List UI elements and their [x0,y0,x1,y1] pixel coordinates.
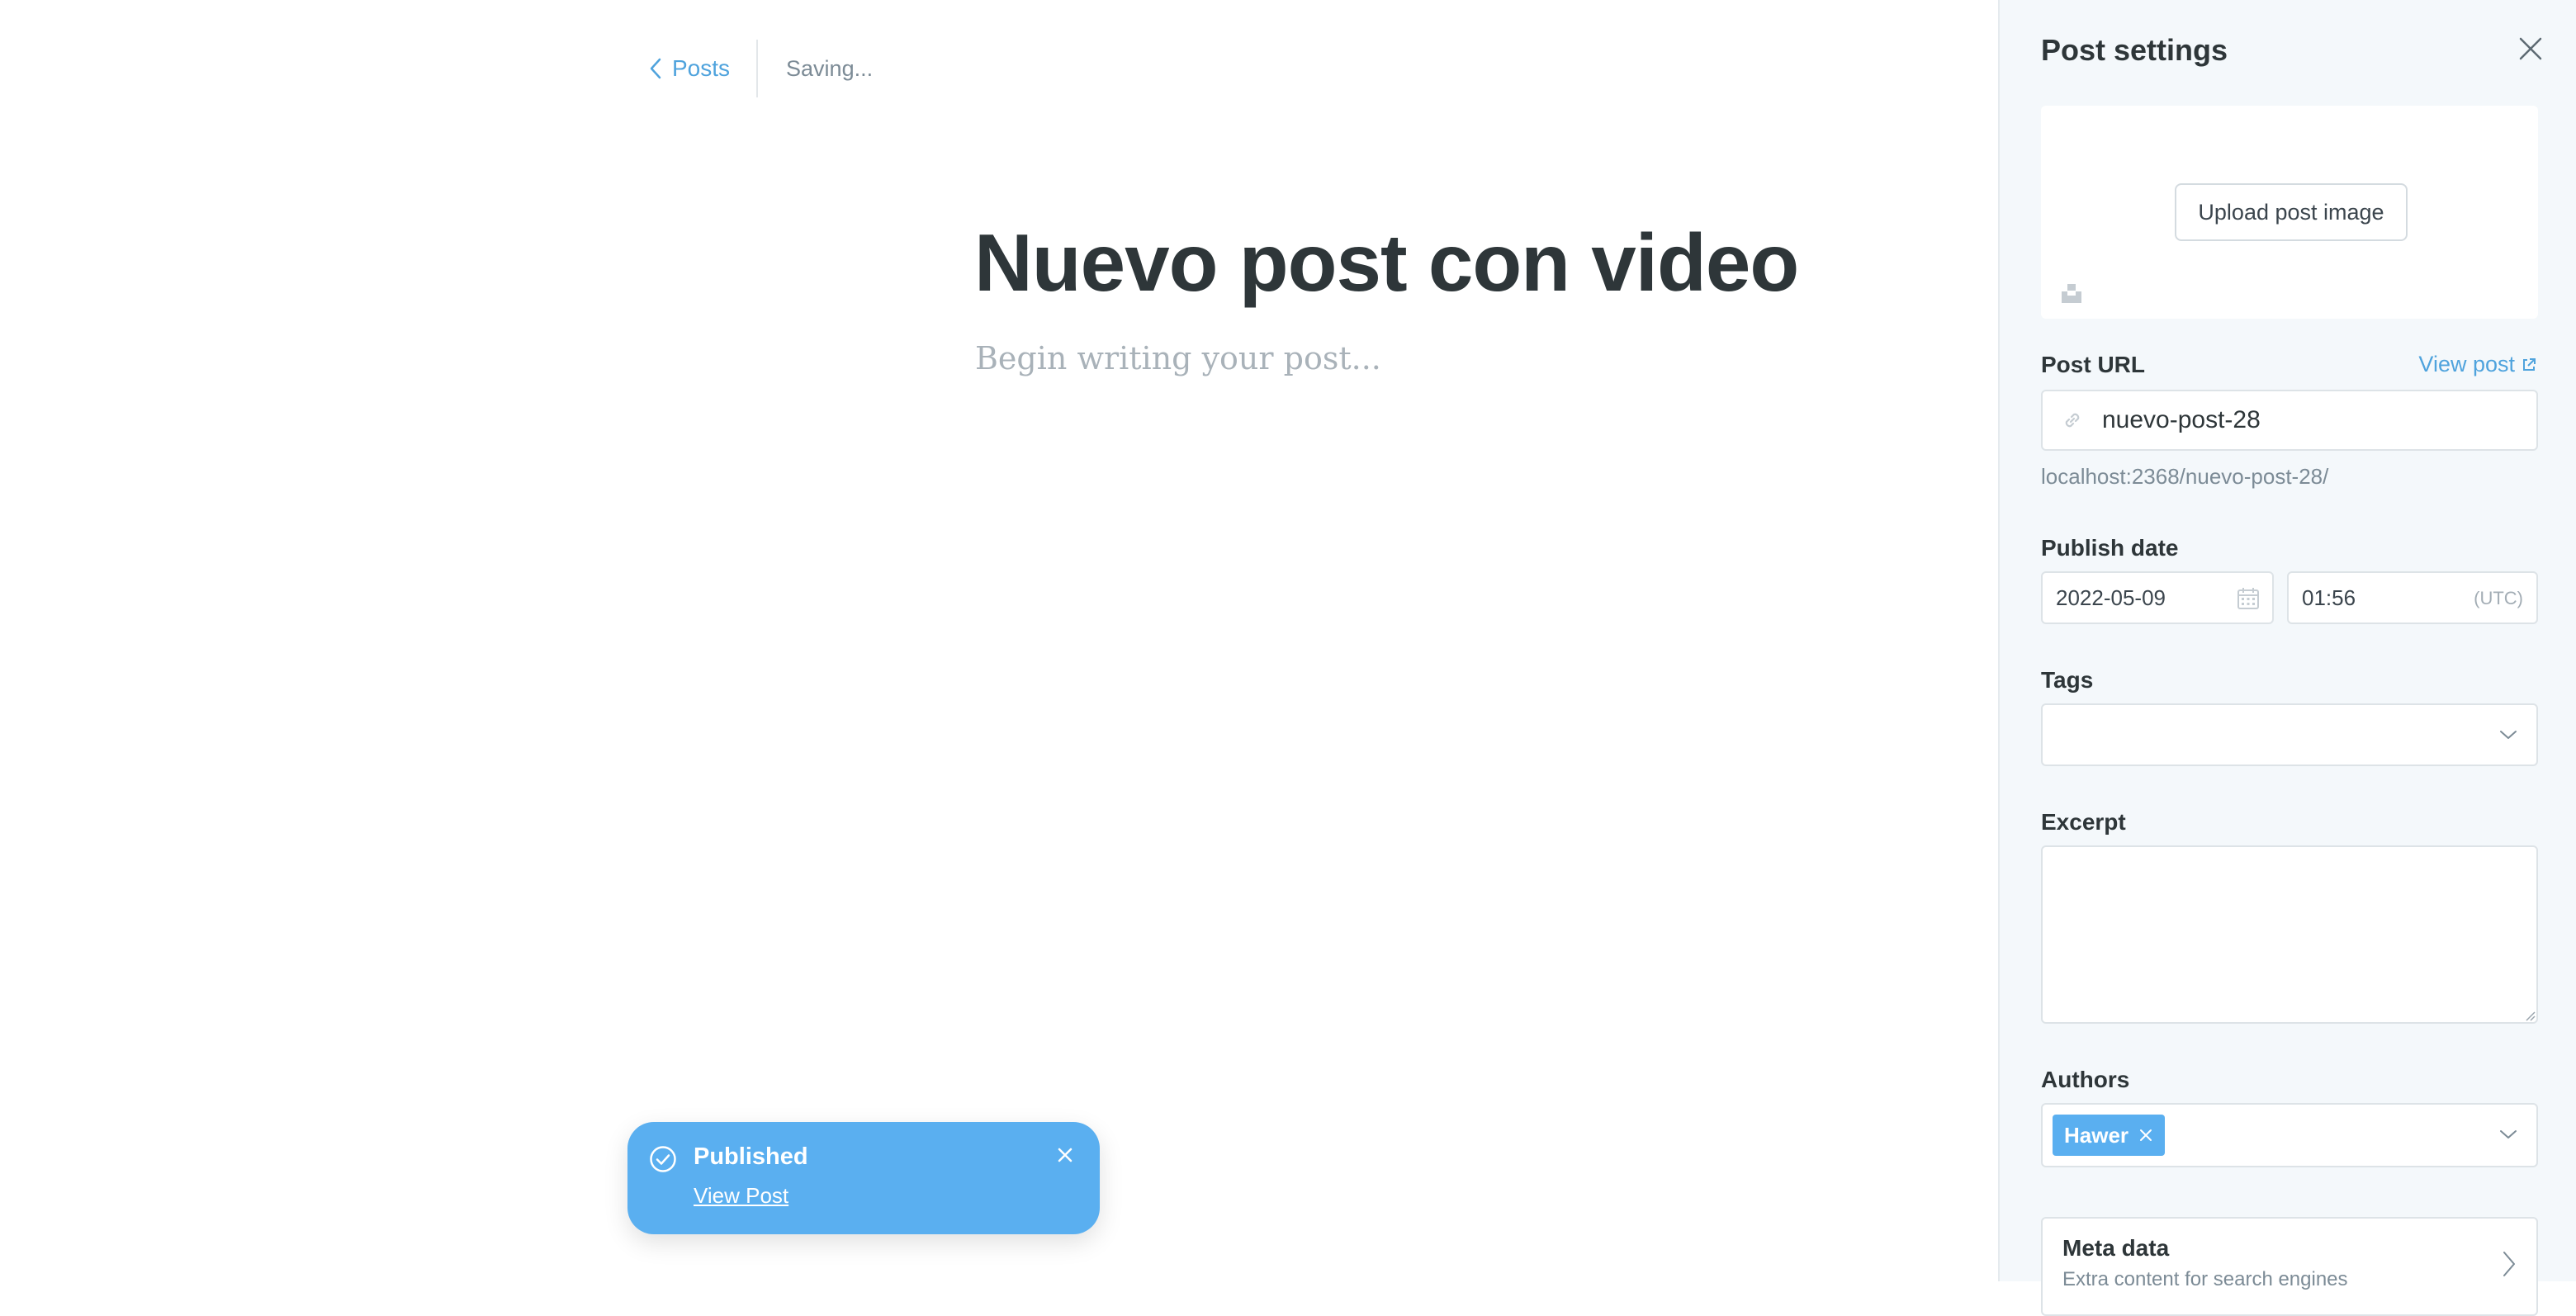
link-icon [2065,413,2080,428]
meta-data-menu-item[interactable]: Meta data Extra content for search engin… [2041,1217,2538,1316]
external-link-icon [2523,357,2536,371]
close-icon[interactable] [1057,1147,1073,1163]
tags-select[interactable] [2041,703,2538,766]
close-icon[interactable] [2518,36,2543,61]
post-image-area: Upload post image [2041,106,2538,319]
chevron-left-icon [650,58,661,79]
upload-post-image-button[interactable]: Upload post image [2175,183,2408,241]
editor-topbar: Posts Saving... [649,38,873,99]
save-status: Saving... [786,55,874,81]
post-url-label: Post URL [2041,352,2145,377]
post-url-value: nuevo-post-28 [2102,406,2261,433]
chevron-down-icon [2500,731,2517,739]
excerpt-label: Excerpt [2041,809,2126,835]
back-to-posts-link[interactable]: Posts [649,55,730,82]
check-circle-icon [650,1146,676,1172]
author-chip: Hawer [2053,1115,2166,1156]
editor-area: Posts Saving... Nuevo post con video Beg… [0,0,1998,1281]
publish-date-label: Publish date [2041,535,2179,561]
toast-view-post-link[interactable]: View Post [694,1183,788,1209]
chevron-right-icon [2503,1252,2515,1276]
close-icon[interactable] [2138,1128,2153,1143]
calendar-icon[interactable] [2236,586,2261,611]
post-settings-panel: Post settings Upload post image Post URL… [1998,0,2576,1316]
unsplash-icon[interactable] [2059,281,2084,305]
chevron-down-icon [2500,1130,2517,1138]
settings-title: Post settings [2041,33,2228,67]
topbar-divider [756,40,759,97]
publish-time-value: 01:56 [2302,585,2356,610]
post-title-input[interactable]: Nuevo post con video [974,216,1799,310]
post-url-input[interactable]: nuevo-post-28 [2041,390,2538,451]
published-toast: Published View Post [627,1122,1100,1234]
toast-title: Published [694,1143,808,1170]
view-post-link[interactable]: View post [2418,352,2536,377]
post-url-preview: localhost:2368/nuevo-post-28/ [2041,464,2329,489]
publish-time-input[interactable]: 01:56 (UTC) [2287,571,2538,624]
excerpt-textarea[interactable] [2041,845,2538,1024]
authors-select[interactable]: Hawer [2041,1103,2538,1167]
publish-date-input[interactable]: 2022-05-09 [2041,571,2274,624]
meta-data-subtitle: Extra content for search engines [2062,1268,2348,1290]
author-chip-name: Hawer [2064,1122,2129,1148]
view-post-label: View post [2418,352,2515,376]
post-body-editor[interactable]: Begin writing your post... [975,340,1381,376]
publish-date-value: 2022-05-09 [2056,585,2166,610]
authors-label: Authors [2041,1067,2130,1092]
back-link-label: Posts [672,55,731,81]
tags-label: Tags [2041,667,2094,693]
meta-data-title: Meta data [2062,1235,2170,1261]
resize-grip-icon[interactable] [2523,1009,2536,1022]
timezone-label: (UTC) [2474,588,2523,608]
